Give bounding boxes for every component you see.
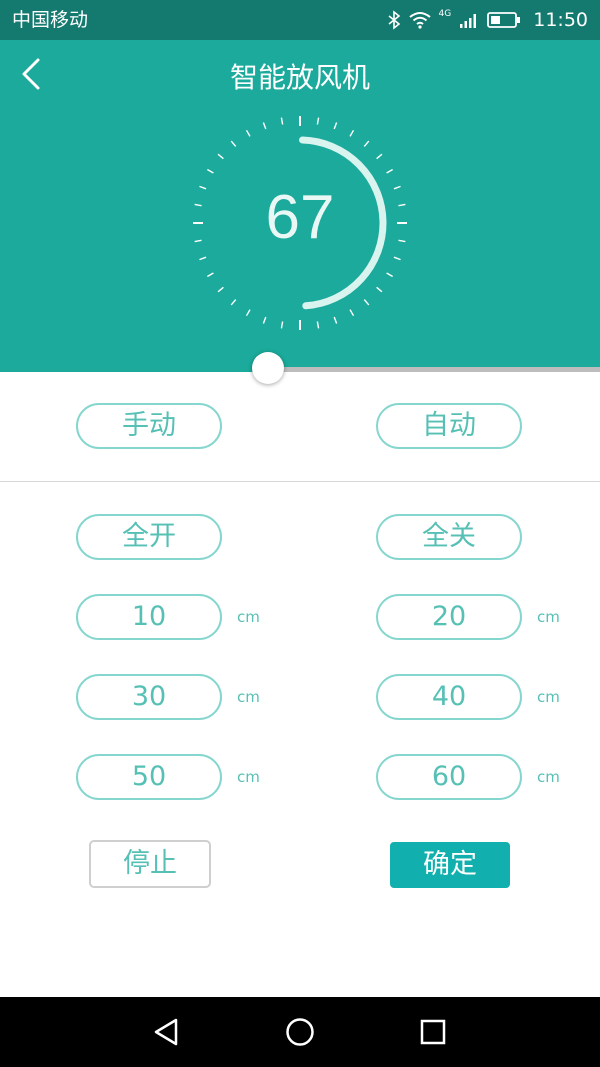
dial-tick [245,309,251,317]
dial-tick [206,168,214,174]
position-slider[interactable] [0,352,600,384]
dial-tick [363,140,370,147]
dial-tick [363,299,370,306]
dial-tick [206,272,214,278]
dial-tick [376,286,383,293]
dial-tick [199,256,207,261]
network-type: 4G [438,9,452,19]
signal-icon [460,14,477,28]
confirm-button[interactable]: 确定 [390,842,510,888]
slider-track-filled [0,367,270,372]
dial-tick [386,272,394,278]
recents-square-icon [420,1019,446,1045]
nav-recents-button[interactable] [413,1012,453,1052]
page-title: 智能放风机 [229,61,370,94]
dial-tick [349,309,355,317]
dial-value: 67 [265,183,335,252]
dial-tick [316,117,320,125]
slider-track [270,367,600,372]
preset-60-button[interactable]: 60 [376,754,522,800]
unit-label: cm [537,768,560,786]
dial-tick [333,316,338,324]
unit-label: cm [237,688,260,706]
dial-tick [280,117,284,125]
dial-tick [230,299,237,306]
divider [0,481,600,482]
dial-tick [262,122,267,130]
preset-20-button[interactable]: 20 [376,594,522,640]
header: 智能放风机 67 [0,40,600,370]
home-circle-icon [286,1018,314,1046]
preset-10-button[interactable]: 10 [76,594,222,640]
open-all-button[interactable]: 全开 [76,514,222,560]
unit-label: cm [237,608,260,626]
slider-thumb[interactable] [252,352,284,384]
bluetooth-icon [388,10,400,30]
dial-tick [386,168,394,174]
dial-tick [245,129,251,137]
dial-tick [333,122,338,130]
nav-home-button[interactable] [280,1012,320,1052]
dial-tick [262,316,267,324]
preset-40-button[interactable]: 40 [376,674,522,720]
stop-button[interactable]: 停止 [89,840,211,888]
navigation-bar [0,997,600,1067]
auto-mode-button[interactable]: 自动 [376,403,522,449]
wifi-icon [408,12,431,29]
dial-tick [316,321,320,329]
nav-back-button[interactable] [146,1012,186,1052]
dial-tick [217,286,224,293]
close-all-button[interactable]: 全关 [376,514,522,560]
dial-tick [217,153,224,160]
preset-50-button[interactable]: 50 [76,754,222,800]
unit-label: cm [537,688,560,706]
status-icons: 4G 11:50 [387,6,588,34]
preset-30-button[interactable]: 30 [76,674,222,720]
back-triangle-icon [154,1018,178,1046]
dial-tick [376,153,383,160]
carrier-name: 中国移动 [12,9,89,31]
unit-label: cm [537,608,560,626]
dial-tick [393,256,401,261]
manual-mode-button[interactable]: 手动 [76,403,222,449]
dial-tick [230,140,237,147]
dial-tick [280,321,284,329]
clock: 11:50 [533,9,588,31]
unit-label: cm [237,768,260,786]
dial-tick [349,129,355,137]
status-bar: 中国移动 4G 11:50 [0,0,600,40]
battery-icon [487,12,521,28]
